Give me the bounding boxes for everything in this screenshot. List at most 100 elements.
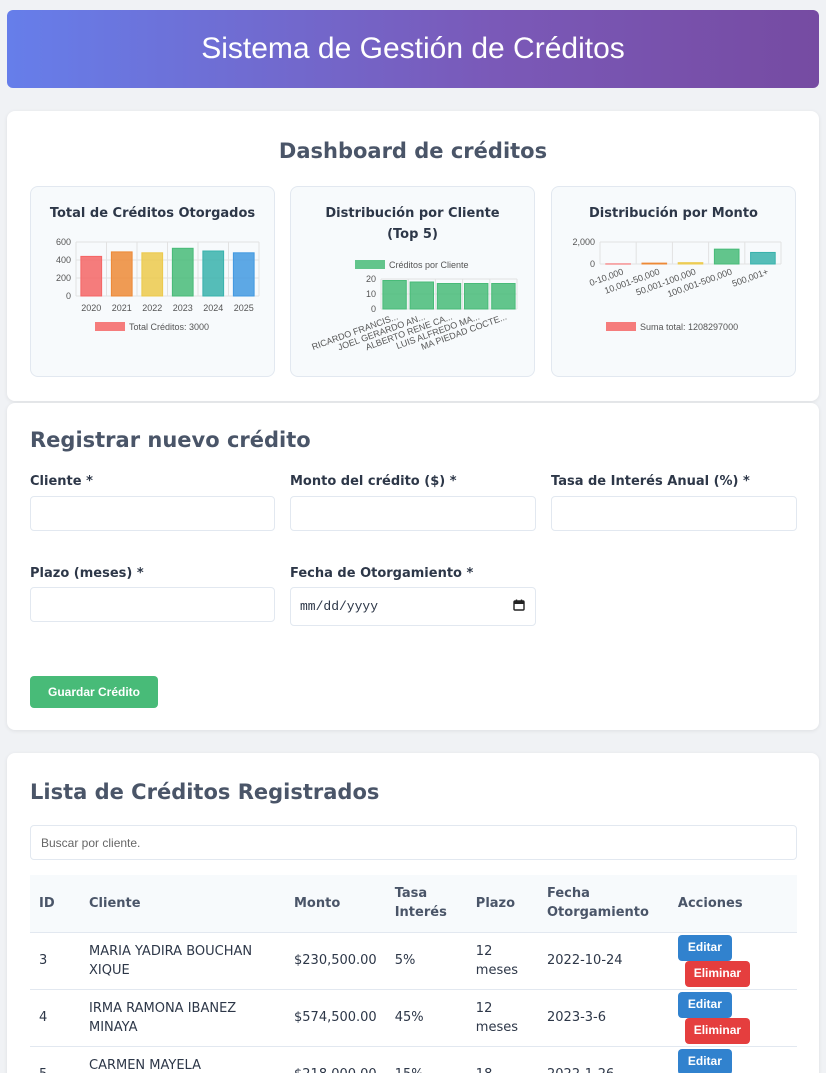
bar — [750, 251, 776, 265]
plazo-input[interactable] — [30, 587, 275, 622]
cell-tasa: 5% — [385, 931, 467, 989]
y-tick-label: 10 — [366, 289, 376, 299]
cell-plazo: 12 meses — [466, 931, 538, 989]
bar — [80, 255, 103, 297]
delete-button[interactable]: Eliminar — [684, 960, 750, 987]
register-form-card: Registrar nuevo crédito Cliente * Monto … — [7, 403, 819, 730]
bar — [232, 252, 255, 297]
edit-button[interactable]: Editar — [677, 991, 732, 1018]
y-tick-label: 0 — [66, 291, 71, 301]
monto-label: Monto del crédito ($) * — [290, 474, 457, 489]
legend-swatch — [95, 322, 125, 331]
bar — [141, 252, 164, 297]
cliente-input[interactable] — [30, 496, 275, 531]
edit-button[interactable]: Editar — [677, 1048, 732, 1073]
search-input[interactable]: Buscar por cliente. — [30, 825, 797, 860]
cell-fecha: 2023-3-6 — [538, 988, 669, 1046]
table-row: 4 IRMA RAMONA IBANEZ MINAYA $574,500.00 … — [30, 988, 797, 1046]
edit-button[interactable]: Editar — [677, 934, 732, 961]
bar — [382, 280, 407, 310]
cell-cliente: CARMEN MAYELA MATADAMAS — [80, 1045, 285, 1073]
fecha-placeholder: mm/dd/yyyy — [300, 599, 379, 614]
chart-svg: 01020RICARDO FRANCIS...JOEL GERARDO AN..… — [310, 260, 518, 352]
x-tick-label: 2020 — [81, 303, 101, 313]
list-title: Lista de Créditos Registrados — [30, 780, 380, 804]
col-tasa: Tasa Interés — [385, 875, 467, 932]
col-cliente: Cliente — [80, 875, 285, 932]
legend-swatch — [355, 260, 385, 269]
fecha-label: Fecha de Otorgamiento * — [290, 566, 474, 581]
table-header-row: ID Cliente Monto Tasa Interés Plazo Fech… — [30, 875, 797, 932]
y-tick-label: 0 — [371, 304, 376, 314]
bar — [491, 283, 516, 310]
dashboard-card: Dashboard de créditos Total de Créditos … — [7, 111, 819, 401]
x-tick-label: 2025 — [234, 303, 254, 313]
fecha-input[interactable]: mm/dd/yyyy — [290, 587, 536, 626]
save-credit-button[interactable]: Guardar Crédito — [30, 676, 158, 708]
y-tick-label: 2,000 — [572, 237, 595, 247]
col-plazo: Plazo — [466, 875, 538, 932]
table-row: 3 MARIA YADIRA BOUCHAN XIQUE $230,500.00… — [30, 931, 797, 989]
cell-id: 3 — [30, 931, 80, 989]
cell-acciones: EditarEliminar — [668, 988, 797, 1046]
credit-list-card: Lista de Créditos Registrados Buscar por… — [7, 753, 819, 1073]
col-monto: Monto — [285, 875, 386, 932]
cell-tasa: 15% — [385, 1045, 467, 1073]
search-placeholder: Buscar por cliente. — [41, 835, 141, 850]
table-row: 5 CARMEN MAYELA MATADAMAS $218,000.00 15… — [30, 1045, 797, 1073]
x-tick-label: 2024 — [203, 303, 223, 313]
legend-label: Suma total: 1208297000 — [640, 322, 738, 332]
chart-distribucion-monto: Distribución por Monto 0 2,000 0-10,000 10,… — [551, 186, 796, 377]
bar — [464, 283, 489, 310]
bar — [110, 251, 133, 297]
app-header: Sistema de Gestión de Créditos — [7, 10, 819, 88]
delete-button[interactable]: Eliminar — [684, 1017, 750, 1044]
bar — [436, 283, 462, 310]
cell-monto: $230,500.00 — [285, 931, 386, 989]
cell-id: 5 — [30, 1045, 80, 1073]
bar — [202, 250, 225, 297]
cell-monto: $574,500.00 — [285, 988, 386, 1046]
y-tick-label: 400 — [56, 255, 71, 265]
form-title: Registrar nuevo crédito — [30, 428, 311, 452]
tasa-label: Tasa de Interés Anual (%) * — [551, 474, 750, 489]
col-acciones: Acciones — [668, 875, 797, 932]
cliente-label: Cliente * — [30, 474, 93, 489]
y-tick-label: 0 — [590, 259, 595, 269]
cell-cliente: MARIA YADIRA BOUCHAN XIQUE — [80, 931, 285, 989]
legend-swatch — [606, 322, 636, 331]
cell-id: 4 — [30, 988, 80, 1046]
bar — [409, 281, 434, 310]
bar — [677, 262, 704, 265]
plazo-label: Plazo (meses) * — [30, 566, 144, 581]
chart-total-creditos: Total de Créditos Otorgados 0 200 400 600 20… — [30, 186, 275, 377]
credits-table: ID Cliente Monto Tasa Interés Plazo Fech… — [30, 875, 797, 1073]
col-fecha: Fecha Otorgamiento — [538, 875, 669, 932]
x-tick-label: 2022 — [142, 303, 162, 313]
dashboard-title: Dashboard de créditos — [278, 139, 548, 163]
bar — [171, 247, 194, 297]
chart-svg: 02,0000-10,00010,001-50,00050,001-100,00… — [572, 237, 782, 332]
y-tick-label: 200 — [56, 273, 71, 283]
x-tick-label: 2021 — [112, 303, 132, 313]
calendar-icon[interactable] — [513, 599, 525, 615]
app-title: Sistema de Gestión de Créditos — [201, 32, 625, 65]
cell-plazo: 12 meses — [466, 988, 538, 1046]
cell-fecha: 2022-10-24 — [538, 931, 669, 989]
monto-input[interactable] — [290, 496, 536, 531]
x-tick-label: 2023 — [173, 303, 193, 313]
tasa-input[interactable] — [551, 496, 797, 531]
cell-cliente: IRMA RAMONA IBANEZ MINAYA — [80, 988, 285, 1046]
cell-fecha: 2022-1-26 — [538, 1045, 669, 1073]
y-tick-label: 20 — [366, 274, 376, 284]
legend-label: Total Créditos: 3000 — [129, 322, 209, 332]
cell-plazo: 18 — [466, 1045, 538, 1073]
cell-tasa: 45% — [385, 988, 467, 1046]
y-tick-label: 600 — [56, 237, 71, 247]
cell-acciones: EditarEliminar — [668, 931, 797, 989]
cell-monto: $218,000.00 — [285, 1045, 386, 1073]
bar — [713, 248, 740, 265]
legend-label: Créditos por Cliente — [389, 260, 469, 270]
x-tick-label: 500,001+ — [731, 266, 770, 288]
chart-svg: 0 200 400 600 2020 2021 2022 2023 2024 2025 Total … — [56, 237, 260, 332]
